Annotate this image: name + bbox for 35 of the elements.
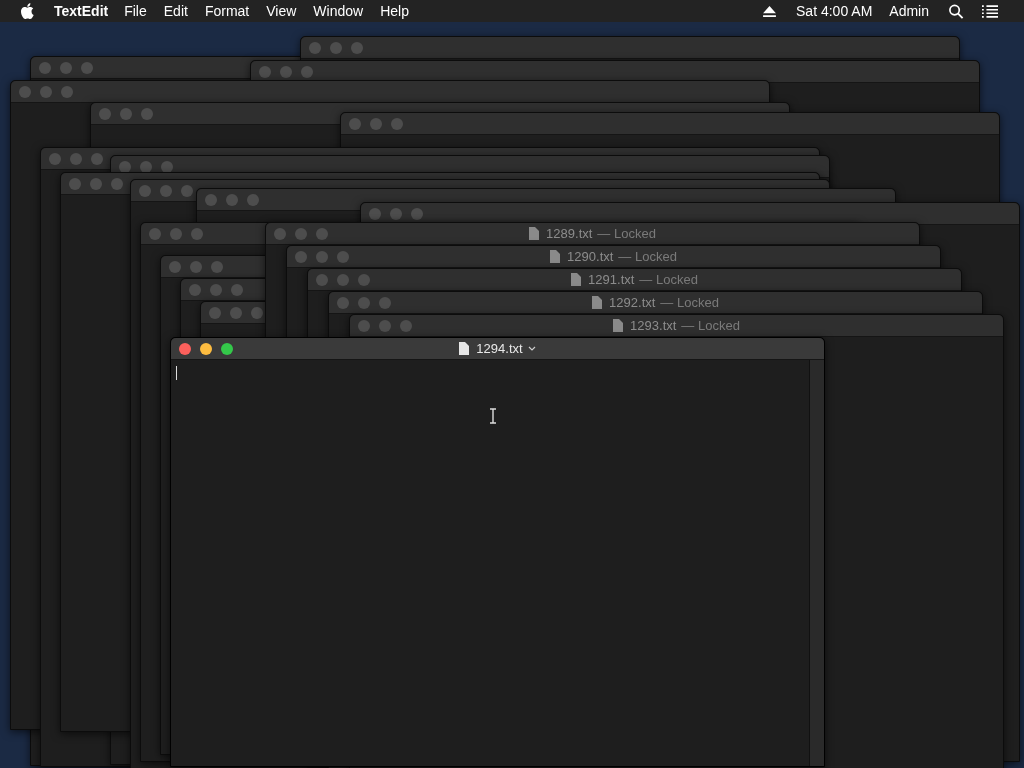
menu-item[interactable]: Help <box>380 3 409 19</box>
menu-item[interactable]: Window <box>313 3 364 19</box>
eject-icon[interactable] <box>763 5 777 17</box>
window-title: 1293.txt <box>630 318 677 333</box>
i-beam-cursor-icon <box>489 408 497 424</box>
window-title: 1290.txt <box>567 249 614 264</box>
window-title: 1292.txt <box>609 295 656 310</box>
list-icon[interactable] <box>982 3 998 19</box>
text-cursor <box>176 366 177 380</box>
locked-status: — Locked <box>639 272 698 287</box>
document-icon <box>613 319 624 332</box>
menu-item[interactable]: View <box>266 3 297 19</box>
search-icon[interactable] <box>948 3 964 19</box>
document-icon <box>592 296 603 309</box>
user-menu[interactable]: Admin <box>889 3 929 19</box>
menu-item[interactable]: Format <box>204 3 250 19</box>
clock[interactable]: Sat 4:00 AM <box>796 3 873 19</box>
locked-status: — Locked <box>597 226 656 241</box>
app-menu[interactable]: TextEdit <box>54 3 109 19</box>
menu-item[interactable]: Edit <box>163 3 188 19</box>
locked-status: — Locked <box>660 295 719 310</box>
document-icon <box>550 250 561 263</box>
scrollbar-track[interactable] <box>809 360 824 766</box>
locked-status: — Locked <box>681 318 740 333</box>
document-icon <box>459 342 470 355</box>
window-title[interactable]: 1294.txt <box>476 341 523 356</box>
apple-logo-icon[interactable] <box>20 3 34 19</box>
document-icon <box>529 227 540 240</box>
window-title: 1289.txt <box>546 226 593 241</box>
window-controls-icon[interactable] <box>179 342 233 355</box>
window-title: 1291.txt <box>588 272 635 287</box>
caret-icon[interactable] <box>527 346 536 351</box>
document-icon <box>571 273 582 286</box>
locked-status: — Locked <box>618 249 677 264</box>
menu-item[interactable]: File <box>124 3 147 19</box>
